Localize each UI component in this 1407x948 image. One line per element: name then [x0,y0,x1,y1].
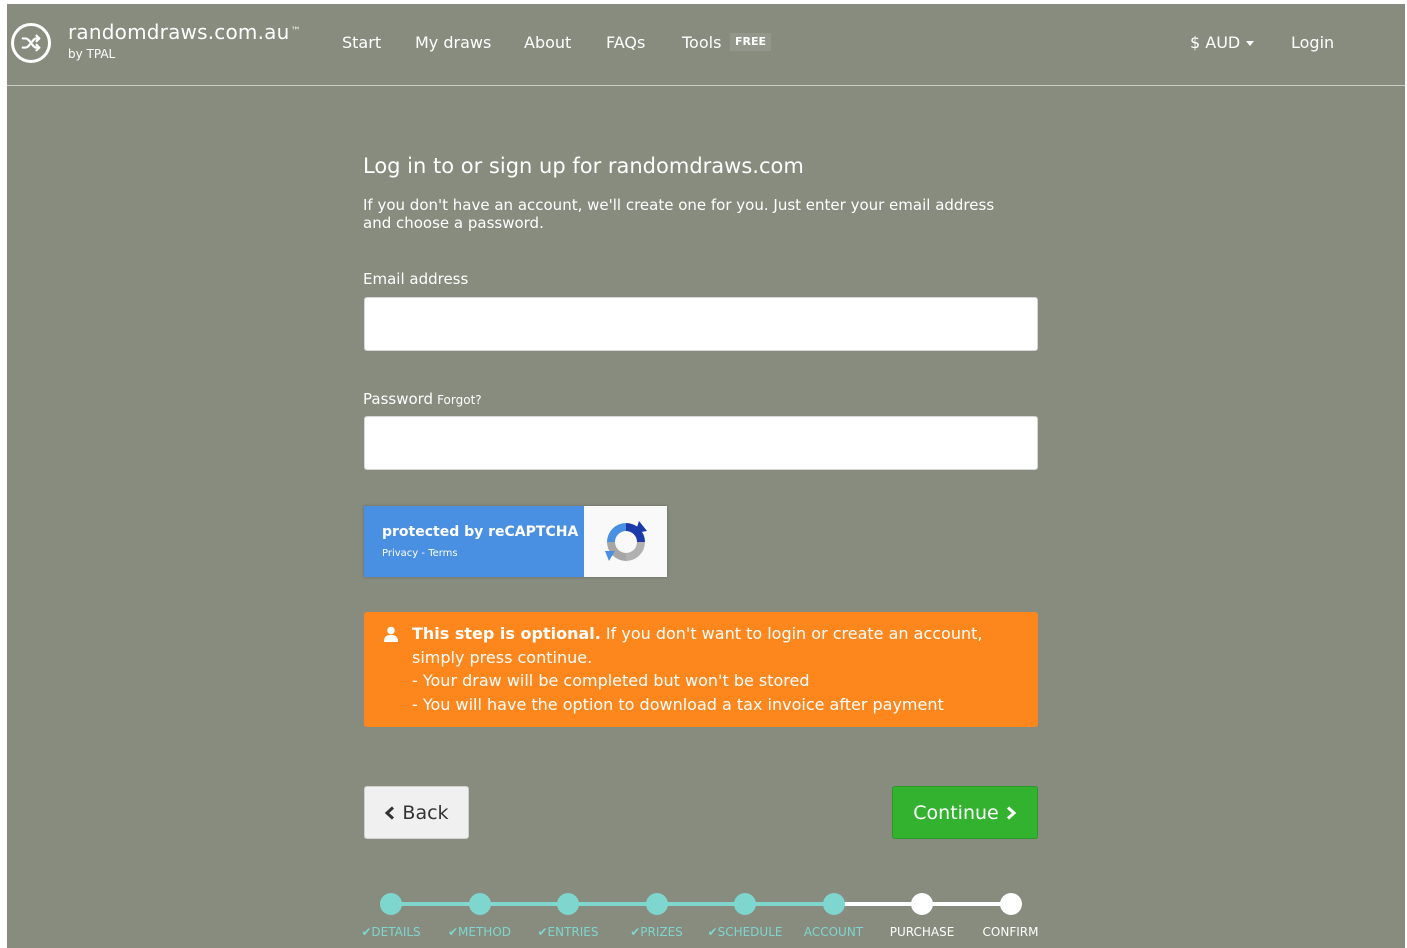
recaptcha-logo-icon [584,506,667,577]
progress-connector [568,902,657,906]
recaptcha-links: Privacy - Terms [382,548,584,559]
chevron-left-icon [385,805,395,820]
email-input[interactable] [364,297,1038,351]
brand-name[interactable]: randomdraws.com.au™ [68,21,301,43]
progress-connector [656,902,745,906]
nav-my-draws[interactable]: My draws [415,33,491,53]
progress-step-dot [380,893,402,915]
nav-start[interactable]: Start [342,33,381,53]
nav-about[interactable]: About [524,33,571,53]
nav-faqs[interactable]: FAQs [606,33,645,53]
password-label: Password [363,390,434,408]
progress-connector [479,902,568,906]
recaptcha-separator: - [418,548,429,559]
alert-line-1: - Your draw will be completed but won't … [412,671,810,690]
recaptcha-title: protected by reCAPTCHA [382,524,579,540]
optional-step-alert: This step is optional. If you don't want… [364,612,1038,727]
continue-label: Continue [913,801,999,824]
page-frame: randomdraws.com.au™ by TPAL Start My dra… [7,4,1405,948]
nav-tools[interactable]: Tools [682,33,721,53]
shuffle-logo-icon[interactable] [11,23,51,63]
tools-free-badge: FREE [730,33,772,51]
caret-down-icon [1246,41,1255,46]
progress-connector [745,902,834,906]
nav-login[interactable]: Login [1291,33,1334,53]
password-label-row: Password Forgot? [363,390,482,408]
alert-line-2: - You will have the option to download a… [412,694,944,714]
progress-step-dot [557,893,579,915]
progress-step-dot [822,893,845,915]
continue-button[interactable]: Continue [892,786,1038,839]
alert-bold: This step is optional. [412,624,601,643]
progress-step-label: CONFIRM [982,925,1039,939]
recaptcha-terms-link[interactable]: Terms [428,548,457,559]
progress-connector [922,902,1011,906]
progress-step-dot [645,893,668,915]
recaptcha-text-panel: protected by reCAPTCHA Privacy - Terms [364,506,584,577]
chevron-right-icon [1006,805,1016,820]
progress-step-dot [911,893,933,915]
top-navbar: randomdraws.com.au™ by TPAL Start My dra… [7,4,1405,86]
page-title: Log in to or sign up for randomdraws.com [363,154,804,178]
progress-connector [391,902,480,906]
alert-text: This step is optional. If you don't want… [412,622,1018,669]
trademark: ™ [290,26,301,37]
progress-step-dot [734,893,756,915]
progress-step-dot [468,893,491,915]
recaptcha-badge[interactable]: protected by reCAPTCHA Privacy - Terms [364,506,667,577]
progress-connector [833,902,922,906]
password-input[interactable] [364,416,1038,470]
brand-text: randomdraws.com.au [68,20,290,44]
brand-subtitle: by TPAL [68,47,116,61]
email-label: Email address [363,270,469,288]
currency-dropdown[interactable]: $ AUD [1190,33,1255,53]
recaptcha-privacy-link[interactable]: Privacy [382,548,418,559]
user-icon [384,626,398,642]
forgot-password-link[interactable]: Forgot? [437,393,482,407]
back-button[interactable]: Back [364,786,469,839]
form-description: If you don't have an account, we'll crea… [363,196,995,232]
back-label: Back [402,801,449,824]
currency-label: $ AUD [1190,33,1241,52]
progress-step-dot [999,893,1022,915]
